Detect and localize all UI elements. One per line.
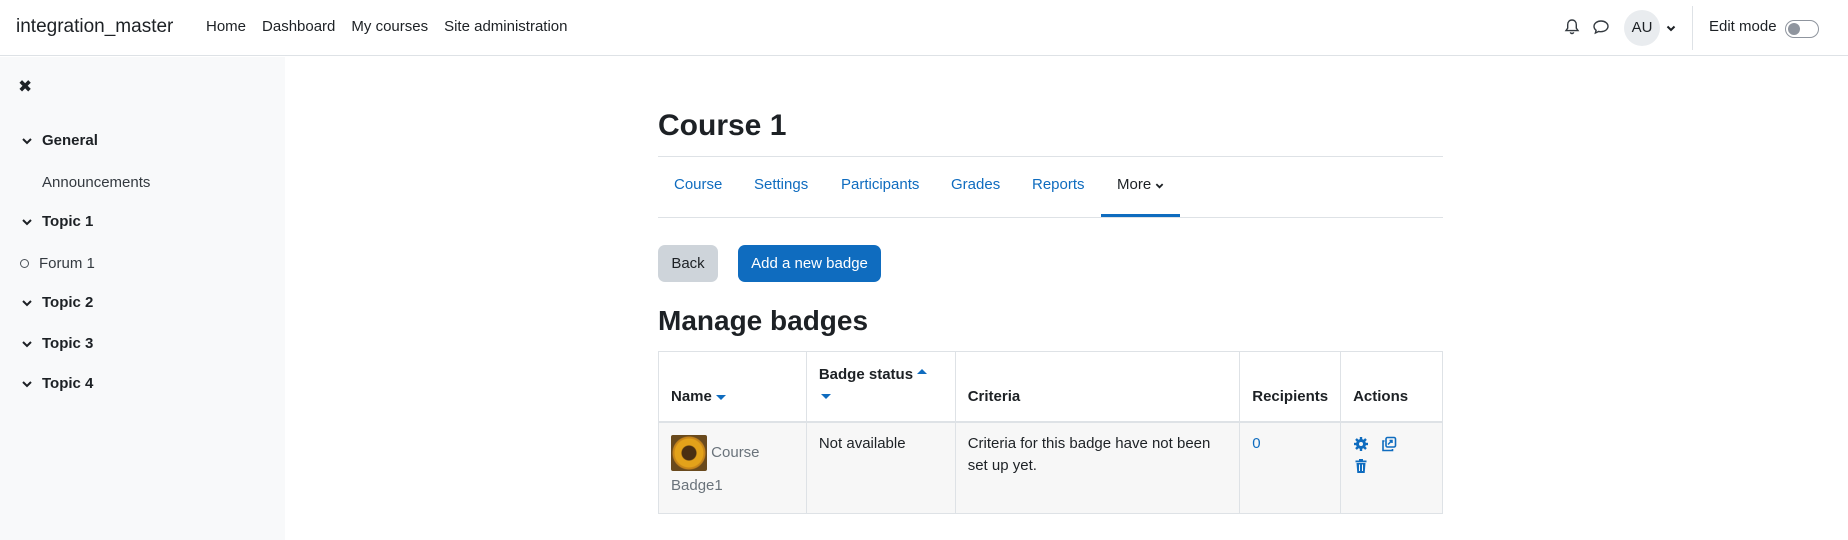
close-drawer-icon[interactable]: ✖	[18, 77, 32, 97]
sidebar-item-label: General	[42, 132, 98, 149]
cell-name: Course Badge1	[658, 421, 807, 514]
section-title: Manage badges	[658, 305, 869, 336]
chevron-down-icon	[1156, 183, 1164, 189]
column-header-badge-status[interactable]: Badge status	[805, 351, 956, 422]
site-brand[interactable]: integration_master	[16, 16, 173, 38]
sidebar-section-topic-2[interactable]: Topic 2	[20, 294, 93, 311]
chevron-down-icon[interactable]	[20, 296, 34, 310]
sidebar-item-label: Topic 4	[42, 375, 94, 392]
completion-circle-icon	[20, 259, 29, 268]
duplicate-icon[interactable]	[1381, 436, 1397, 452]
chevron-down-icon[interactable]	[1665, 22, 1677, 34]
chat-icon[interactable]	[1592, 18, 1610, 36]
column-header-recipients: Recipients	[1239, 351, 1342, 422]
bell-icon[interactable]	[1563, 18, 1581, 36]
header-label: Name	[671, 388, 712, 405]
sidebar-item-label: Topic 3	[42, 335, 94, 352]
sidebar-item-label: Topic 2	[42, 294, 94, 311]
cell-status: Not available	[805, 421, 956, 514]
sidebar-item-announcements[interactable]: Announcements	[42, 174, 150, 191]
primary-navigation: Home Dashboard My courses Site administr…	[206, 18, 568, 35]
add-new-badge-button[interactable]: Add a new badge	[738, 245, 881, 282]
cell-recipients: 0	[1239, 421, 1342, 514]
user-avatar[interactable]: AU	[1624, 10, 1660, 46]
sidebar-item-label: Announcements	[42, 174, 151, 191]
tab-grades[interactable]: Grades	[951, 176, 1000, 193]
top-navbar: integration_master Home Dashboard My cou…	[0, 0, 1848, 56]
nav-my-courses[interactable]: My courses	[351, 18, 428, 35]
sidebar-item-forum-1[interactable]: Forum 1	[20, 255, 95, 272]
tab-participants[interactable]: Participants	[841, 176, 919, 193]
tab-course[interactable]: Course	[674, 176, 722, 193]
sort-asc-icon[interactable]	[917, 369, 928, 374]
sidebar-section-topic-4[interactable]: Topic 4	[20, 375, 93, 392]
nav-home[interactable]: Home	[206, 18, 246, 35]
column-header-name[interactable]: Name	[658, 351, 807, 422]
edit-mode-label: Edit mode	[1709, 18, 1777, 35]
badge-image	[671, 434, 707, 471]
chevron-down-icon[interactable]	[20, 377, 34, 391]
header-label: Criteria	[967, 388, 1021, 405]
gear-icon[interactable]	[1353, 436, 1369, 452]
badges-table: Name Badge status Criteria Recipients Ac…	[658, 351, 1443, 514]
toggle-knob	[1788, 23, 1800, 35]
sidebar-section-topic-3[interactable]: Topic 3	[20, 335, 93, 352]
back-button[interactable]: Back	[658, 245, 718, 282]
column-header-criteria: Criteria	[954, 351, 1241, 422]
table-row: Course Badge1 Not available Criteria for…	[658, 421, 1443, 514]
sidebar-section-topic-1[interactable]: Topic 1	[20, 213, 93, 230]
chevron-down-icon[interactable]	[20, 134, 34, 148]
navbar-divider	[1692, 6, 1693, 50]
tab-more-label: More	[1117, 176, 1152, 193]
sort-desc-icon[interactable]	[820, 393, 831, 399]
nav-site-administration[interactable]: Site administration	[444, 18, 567, 35]
tab-reports[interactable]: Reports	[1032, 176, 1085, 193]
page-title: Course 1	[658, 109, 787, 142]
active-tab-indicator	[1101, 214, 1180, 217]
column-header-actions: Actions	[1340, 351, 1443, 422]
header-label: Badge status	[818, 366, 914, 383]
trash-icon[interactable]	[1353, 458, 1369, 474]
secondary-navigation: Course Settings Participants Grades Repo…	[658, 157, 1443, 218]
chevron-down-icon[interactable]	[20, 337, 34, 351]
sort-desc-icon[interactable]	[715, 394, 726, 400]
header-label: Recipients	[1252, 388, 1329, 405]
course-index-drawer: ✖ General Announcements Topic 1 Forum 1 …	[0, 57, 285, 540]
table-header-row: Name Badge status Criteria Recipients Ac…	[658, 351, 1443, 422]
sidebar-item-label: Topic 1	[42, 213, 94, 230]
sidebar-item-label: Forum 1	[39, 255, 95, 272]
recipients-link[interactable]: 0	[1252, 435, 1260, 452]
edit-mode-toggle[interactable]	[1785, 20, 1819, 38]
tab-settings[interactable]: Settings	[754, 176, 808, 193]
tab-more[interactable]: More	[1117, 176, 1164, 193]
cell-criteria: Criteria for this badge have not been se…	[954, 421, 1241, 514]
header-label: Actions	[1353, 388, 1409, 405]
sidebar-section-general[interactable]: General	[20, 132, 98, 149]
nav-dashboard[interactable]: Dashboard	[262, 18, 335, 35]
cell-actions	[1340, 421, 1443, 514]
chevron-down-icon[interactable]	[20, 215, 34, 229]
